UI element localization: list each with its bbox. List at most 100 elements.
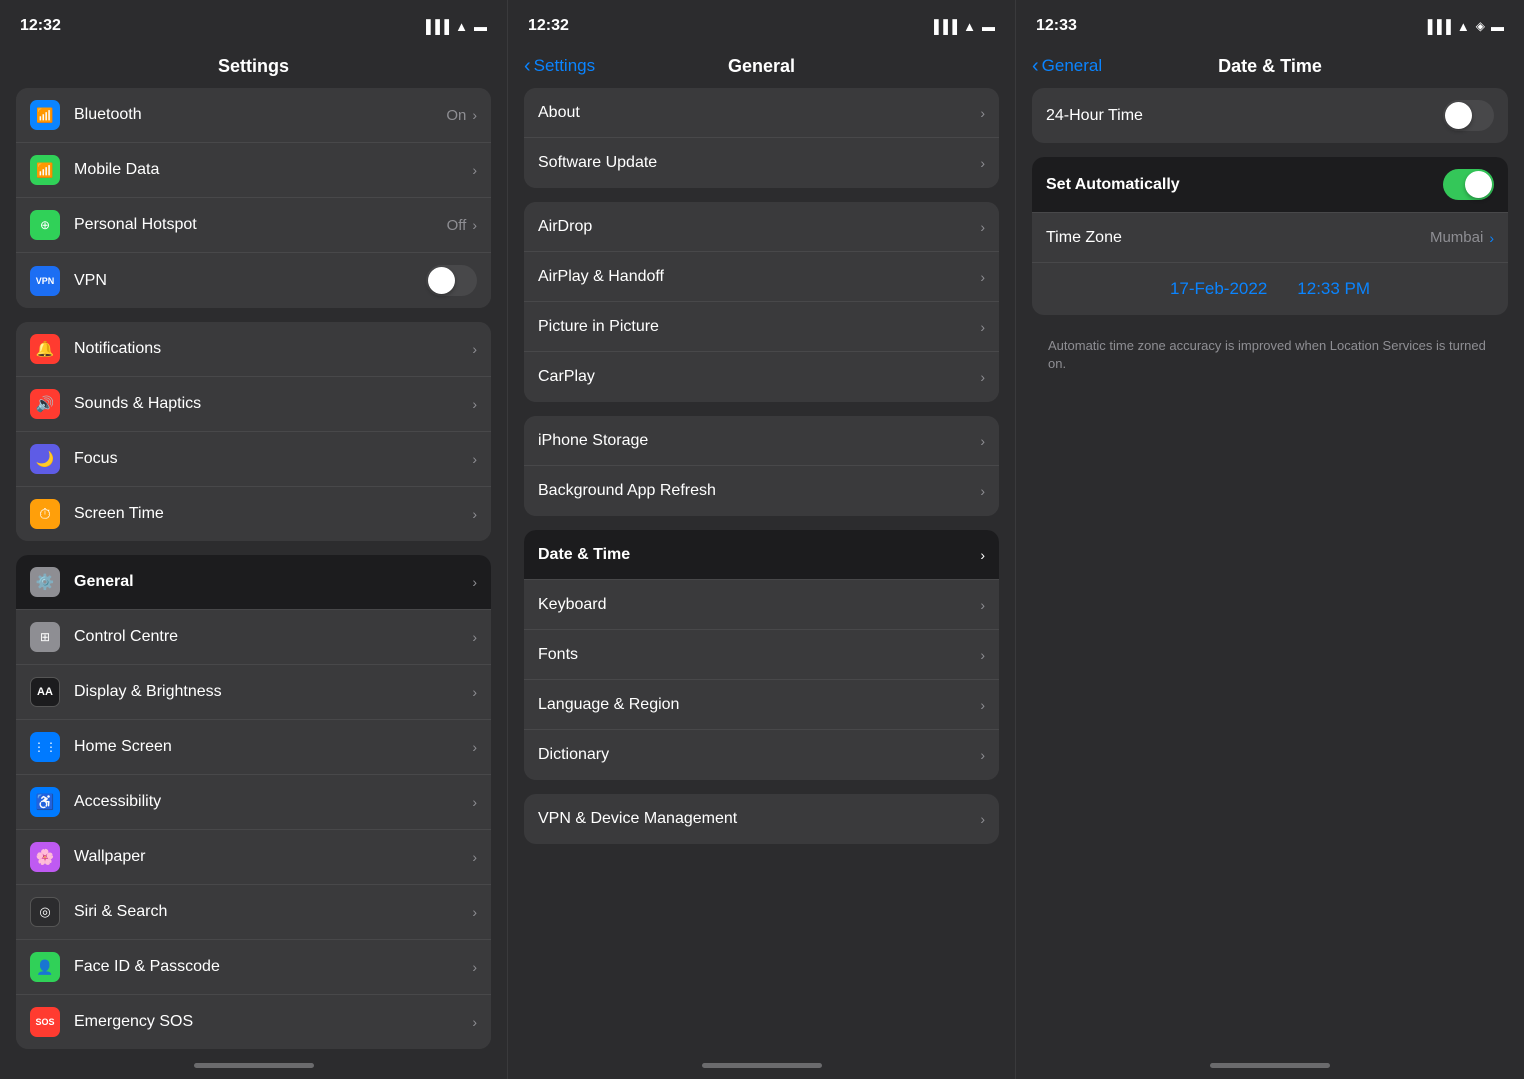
chevron-keyboard: › <box>980 597 985 613</box>
pip-label: Picture in Picture <box>538 318 980 336</box>
vpn-label: VPN <box>74 272 426 290</box>
item-general[interactable]: ⚙️ General › <box>16 555 491 610</box>
item-datetime[interactable]: Date & Time › <box>524 530 999 580</box>
time-value[interactable]: 12:33 PM <box>1297 279 1370 299</box>
panel-settings: 12:32 ▐▐▐ ▲ ▬ Settings 📶 Bluetooth On › … <box>0 0 508 1079</box>
item-storage[interactable]: iPhone Storage › <box>524 416 999 466</box>
item-focus[interactable]: 🌙 Focus › <box>16 432 491 487</box>
notifications-icon: 🔔 <box>30 334 60 364</box>
nav-back-2[interactable]: ‹ Settings <box>524 56 595 76</box>
item-sounds[interactable]: 🔊 Sounds & Haptics › <box>16 377 491 432</box>
setauto-toggle[interactable] <box>1443 169 1494 200</box>
home-bar-1 <box>194 1063 314 1068</box>
item-airplay[interactable]: AirPlay & Handoff › <box>524 252 999 302</box>
item-dictionary[interactable]: Dictionary › <box>524 730 999 780</box>
about-label: About <box>538 104 980 122</box>
wifi-icon-2: ▲ <box>963 19 976 34</box>
vpn-toggle[interactable] <box>426 265 477 296</box>
chevron-focus: › <box>472 451 477 467</box>
chevron-storage: › <box>980 433 985 449</box>
item-siri[interactable]: ◎ Siri & Search › <box>16 885 491 940</box>
item-setauto[interactable]: Set Automatically <box>1032 157 1508 213</box>
status-icons-3: ▐▐▐ ▲ ◈ ▬ <box>1423 19 1504 34</box>
sounds-label: Sounds & Haptics <box>74 395 472 413</box>
status-bar-3: 12:33 ▐▐▐ ▲ ◈ ▬ <box>1016 0 1524 44</box>
item-pictureinpicture[interactable]: Picture in Picture › <box>524 302 999 352</box>
item-accessibility[interactable]: ♿ Accessibility › <box>16 775 491 830</box>
chevron-accessibility: › <box>472 794 477 810</box>
focus-icon: 🌙 <box>30 444 60 474</box>
siri-icon: ◎ <box>30 897 60 927</box>
screentime-label: Screen Time <box>74 505 472 523</box>
24hour-toggle-knob <box>1445 102 1472 129</box>
battery-icon: ▬ <box>474 19 487 34</box>
nav-back-3[interactable]: ‹ General <box>1032 56 1102 76</box>
chevron-notif: › <box>472 341 477 357</box>
chevron-softwareupdate: › <box>980 155 985 171</box>
notifications-label: Notifications <box>74 340 472 358</box>
chevron-dictionary: › <box>980 747 985 763</box>
chevron-siri: › <box>472 904 477 920</box>
item-screentime[interactable]: ⏱ Screen Time › <box>16 487 491 541</box>
item-faceid[interactable]: 👤 Face ID & Passcode › <box>16 940 491 995</box>
datetime-list[interactable]: 24-Hour Time Set Automatically Time Zone… <box>1016 88 1524 1051</box>
chevron-screentime: › <box>472 506 477 522</box>
chevron-control: › <box>472 629 477 645</box>
chevron-hotspot: › <box>472 217 477 233</box>
chevron-timezone: › <box>1489 230 1494 246</box>
accessibility-label: Accessibility <box>74 793 472 811</box>
24hour-toggle[interactable] <box>1443 100 1494 131</box>
home-bar-3 <box>1210 1063 1330 1068</box>
airdrop-label: AirDrop <box>538 218 980 236</box>
section-datetime: Date & Time › Keyboard › Fonts › Languag… <box>524 530 999 780</box>
hotspot-label: Personal Hotspot <box>74 216 447 234</box>
item-homescreen[interactable]: ⋮⋮ Home Screen › <box>16 720 491 775</box>
item-notifications[interactable]: 🔔 Notifications › <box>16 322 491 377</box>
24hour-label: 24-Hour Time <box>1046 107 1443 125</box>
back-label-3: General <box>1042 56 1102 76</box>
chevron-about: › <box>980 105 985 121</box>
accessibility-icon: ♿ <box>30 787 60 817</box>
item-wallpaper[interactable]: 🌸 Wallpaper › <box>16 830 491 885</box>
item-mobile-data[interactable]: 📶 Mobile Data › <box>16 143 491 198</box>
faceid-label: Face ID & Passcode <box>74 958 472 976</box>
section-setauto: Set Automatically Time Zone Mumbai › 17-… <box>1032 157 1508 315</box>
timezone-label: Time Zone <box>1046 229 1430 247</box>
carplay-label: CarPlay <box>538 368 980 386</box>
setauto-toggle-knob <box>1465 171 1492 198</box>
bluetooth-icon: 📶 <box>30 100 60 130</box>
bluetooth-label: Bluetooth <box>74 106 446 124</box>
item-24hour[interactable]: 24-Hour Time <box>1032 88 1508 143</box>
storage-label: iPhone Storage <box>538 432 980 450</box>
item-carplay[interactable]: CarPlay › <box>524 352 999 402</box>
general-list[interactable]: About › Software Update › AirDrop › AirP… <box>508 88 1015 1051</box>
item-about[interactable]: About › <box>524 88 999 138</box>
item-language[interactable]: Language & Region › <box>524 680 999 730</box>
item-timezone[interactable]: Time Zone Mumbai › <box>1032 213 1508 263</box>
chevron-datetime: › <box>980 547 985 563</box>
item-airdrop[interactable]: AirDrop › <box>524 202 999 252</box>
item-keyboard[interactable]: Keyboard › <box>524 580 999 630</box>
item-emergency[interactable]: SOS Emergency SOS › <box>16 995 491 1049</box>
item-bluetooth[interactable]: 📶 Bluetooth On › <box>16 88 491 143</box>
wifi-icon-3: ▲ <box>1457 19 1470 34</box>
status-time-3: 12:33 <box>1036 17 1077 35</box>
settings-list-1[interactable]: 📶 Bluetooth On › 📶 Mobile Data › ⊕ Perso… <box>0 88 507 1051</box>
item-fonts[interactable]: Fonts › <box>524 630 999 680</box>
back-label-2: Settings <box>534 56 595 76</box>
date-value[interactable]: 17-Feb-2022 <box>1170 279 1267 299</box>
item-vpnmgmt[interactable]: VPN & Device Management › <box>524 794 999 844</box>
nav-title-3: Date & Time <box>1218 56 1322 77</box>
item-display[interactable]: AA Display & Brightness › <box>16 665 491 720</box>
item-control[interactable]: ⊞ Control Centre › <box>16 610 491 665</box>
back-chevron-2: ‹ <box>524 56 531 76</box>
item-vpn[interactable]: VPN VPN <box>16 253 491 308</box>
item-bgrefresh[interactable]: Background App Refresh › <box>524 466 999 516</box>
section-about: About › Software Update › <box>524 88 999 188</box>
item-hotspot[interactable]: ⊕ Personal Hotspot Off › <box>16 198 491 253</box>
general-label: General <box>74 573 472 591</box>
home-indicator-2 <box>508 1051 1015 1079</box>
battery-icon-2: ▬ <box>982 19 995 34</box>
item-softwareupdate[interactable]: Software Update › <box>524 138 999 188</box>
hotspot-value: Off <box>447 217 467 234</box>
